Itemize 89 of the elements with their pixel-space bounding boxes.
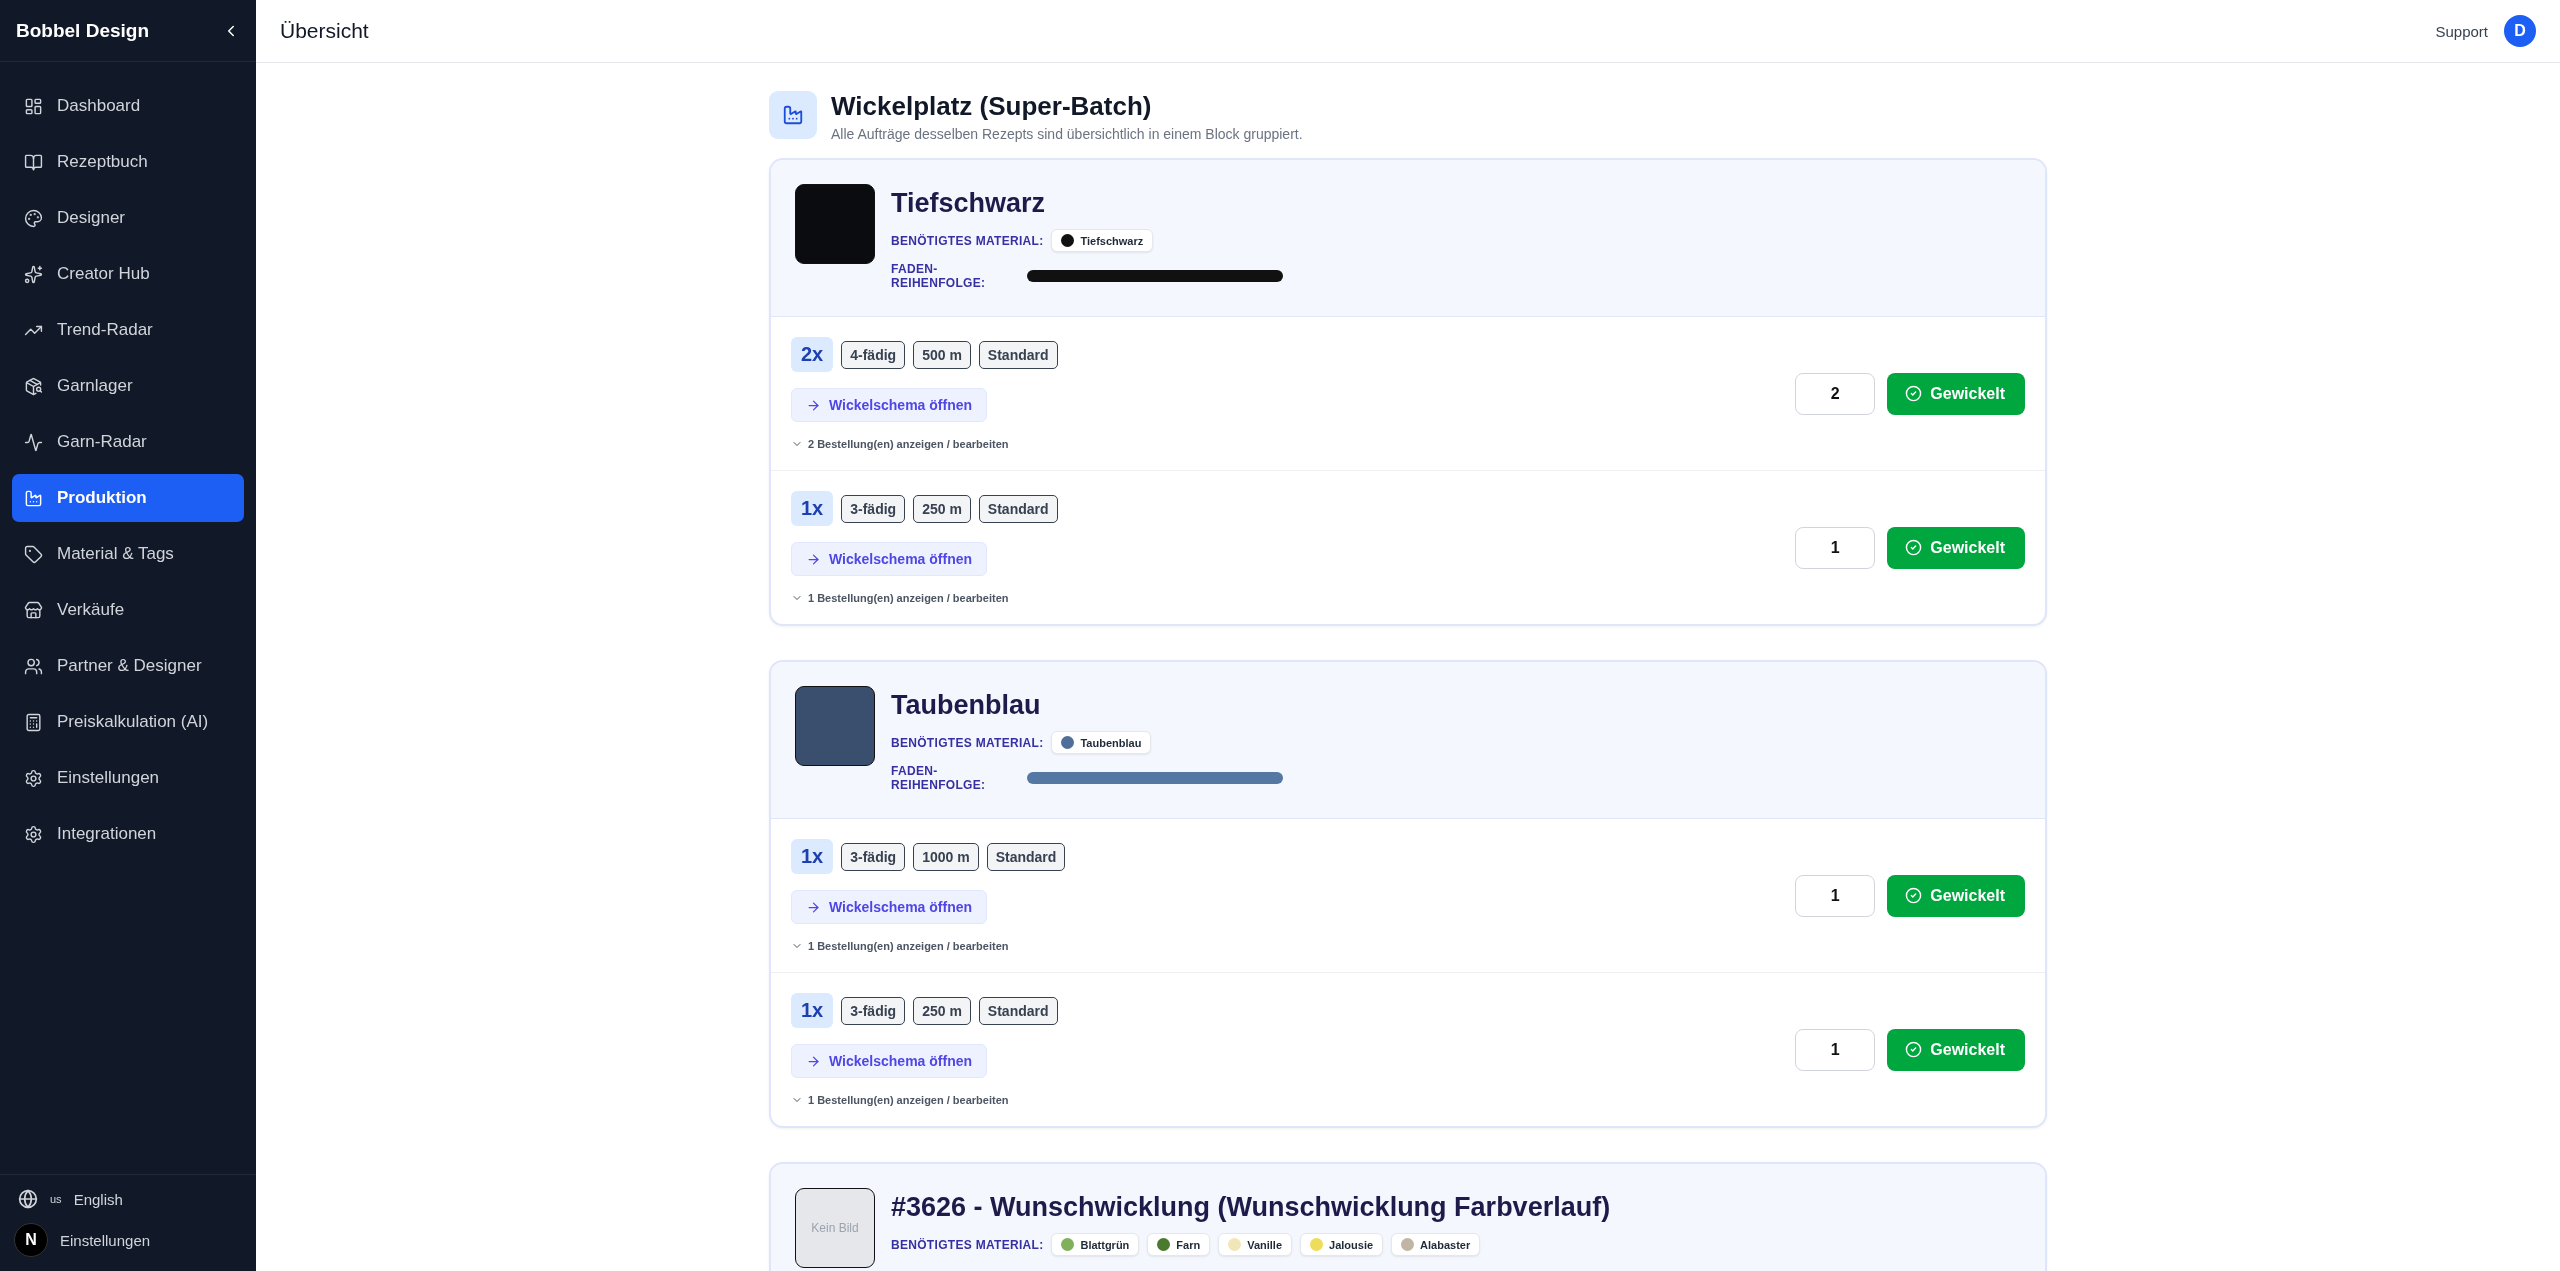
spec-tag: 4-fädig <box>841 340 906 369</box>
orders-toggle[interactable]: 2 Bestellung(en) anzeigen / bearbeiten <box>791 438 1009 450</box>
settings-icon <box>24 768 43 788</box>
material-chip: Alabaster <box>1391 1233 1481 1256</box>
material-chip: Jalousie <box>1300 1233 1384 1256</box>
material-label: BENÖTIGTES MATERIAL: <box>891 233 1044 248</box>
page-title: Übersicht <box>280 19 369 43</box>
quantity-field[interactable]: 1 <box>1795 874 1876 917</box>
user-avatar[interactable]: D <box>2504 15 2536 47</box>
section-title: Wickelplatz (Super-Batch) <box>831 91 1153 122</box>
count-badge: 2x <box>791 337 834 372</box>
check-circle-icon <box>1905 1041 1923 1058</box>
factory-icon <box>24 488 43 508</box>
no-image-label: Kein Bild <box>811 1221 859 1235</box>
sidebar-item[interactable]: Creator Hub <box>12 250 244 298</box>
sidebar-item[interactable]: Designer <box>12 194 244 242</box>
count-badge: 1x <box>791 491 834 526</box>
section-subtitle: Alle Aufträge desselben Rezepts sind übersichtlich in einem Block gruppiert. <box>831 126 1303 142</box>
sidebar-item[interactable]: Material & Tags <box>12 530 244 578</box>
material-chip: Taubenblau <box>1051 731 1152 754</box>
user-avatar: N <box>14 1223 48 1257</box>
spec-tag: Standard <box>986 842 1066 871</box>
sidebar-item[interactable]: Preiskalkulation (AI) <box>12 698 244 746</box>
spec-tag: 1000 m <box>913 842 979 871</box>
sidebar-item[interactable]: Garn-Radar <box>12 418 244 466</box>
sequence-label: FADEN-REIHENFOLGE: <box>891 764 987 792</box>
recipe-name: Taubenblau <box>891 690 1042 721</box>
calculator-icon <box>24 712 43 732</box>
spec-tag: Standard <box>978 340 1058 369</box>
orders-toggle[interactable]: 1 Bestellung(en) anzeigen / bearbeiten <box>791 1094 1009 1106</box>
arrow-right-icon <box>806 1053 821 1069</box>
material-chip: Tiefschwarz <box>1051 229 1154 252</box>
check-circle-icon <box>1905 887 1923 904</box>
spec-tag: 500 m <box>913 340 971 369</box>
sidebar-item[interactable]: Integrationen <box>12 810 244 858</box>
book-icon <box>24 152 43 172</box>
recipe-name: #3626 - Wunschwicklung (Wunschwicklung Farbverlauf) <box>891 1192 1611 1223</box>
sidebar-item[interactable]: Garnlager <box>12 362 244 410</box>
sequence-label: FADEN-REIHENFOLGE: <box>891 262 987 290</box>
material-label: BENÖTIGTES MATERIAL: <box>891 735 1044 750</box>
settings-icon <box>24 824 43 844</box>
sparkles-icon <box>24 264 43 284</box>
brand-name: Bobbel Design <box>16 19 149 42</box>
dashboard-icon <box>24 96 43 116</box>
spec-tag: Standard <box>978 494 1058 523</box>
check-circle-icon <box>1905 385 1923 402</box>
sidebar-item[interactable]: Trend-Radar <box>12 306 244 354</box>
spec-tag: 250 m <box>913 996 971 1025</box>
quantity-field[interactable]: 2 <box>1795 372 1876 415</box>
count-badge: 1x <box>791 839 834 874</box>
users-icon <box>24 656 43 676</box>
arrow-right-icon <box>806 551 821 567</box>
pulse-icon <box>24 432 43 452</box>
sidebar-item[interactable]: Einstellungen <box>12 754 244 802</box>
store-icon <box>24 600 43 620</box>
check-circle-icon <box>1905 539 1923 556</box>
language-link[interactable]: us English <box>18 1189 238 1209</box>
spec-tag: Standard <box>978 996 1058 1025</box>
package-icon <box>24 376 43 396</box>
sidebar-item[interactable]: Verkäufe <box>12 586 244 634</box>
count-badge: 1x <box>791 993 834 1028</box>
schema-button[interactable]: Wickelschema öffnen <box>791 388 988 422</box>
sidebar-item[interactable]: Rezeptbuch <box>12 138 244 186</box>
schema-button[interactable]: Wickelschema öffnen <box>791 1044 988 1078</box>
spec-tag: 3-fädig <box>841 996 906 1025</box>
quantity-field[interactable]: 1 <box>1795 526 1876 569</box>
material-chip: Farn <box>1147 1233 1211 1256</box>
material-chip: Blattgrün <box>1051 1233 1140 1256</box>
sidebar-item[interactable]: Produktion <box>12 474 244 522</box>
recipe-name: Tiefschwarz <box>891 188 1047 219</box>
palette-icon <box>24 208 43 228</box>
schema-button[interactable]: Wickelschema öffnen <box>791 542 988 576</box>
arrow-right-icon <box>806 899 821 915</box>
schema-button[interactable]: Wickelschema öffnen <box>791 890 988 924</box>
orders-toggle[interactable]: 1 Bestellung(en) anzeigen / bearbeiten <box>791 940 1009 952</box>
support-link[interactable]: Support <box>2435 22 2488 40</box>
spec-tag: 250 m <box>913 494 971 523</box>
factory-icon <box>769 91 817 139</box>
quantity-field[interactable]: 1 <box>1795 1028 1876 1071</box>
spec-tag: 3-fädig <box>841 494 906 523</box>
globe-icon <box>18 1189 38 1209</box>
sidebar-item[interactable]: Partner & Designer <box>12 642 244 690</box>
arrow-right-icon <box>806 397 821 413</box>
sidebar-item[interactable]: Dashboard <box>12 82 244 130</box>
material-label: BENÖTIGTES MATERIAL: <box>891 1237 1044 1252</box>
orders-toggle[interactable]: 1 Bestellung(en) anzeigen / bearbeiten <box>791 592 1009 604</box>
spec-tag: 3-fädig <box>841 842 906 871</box>
material-chip: Vanille <box>1218 1233 1293 1256</box>
tag-icon <box>24 544 43 564</box>
